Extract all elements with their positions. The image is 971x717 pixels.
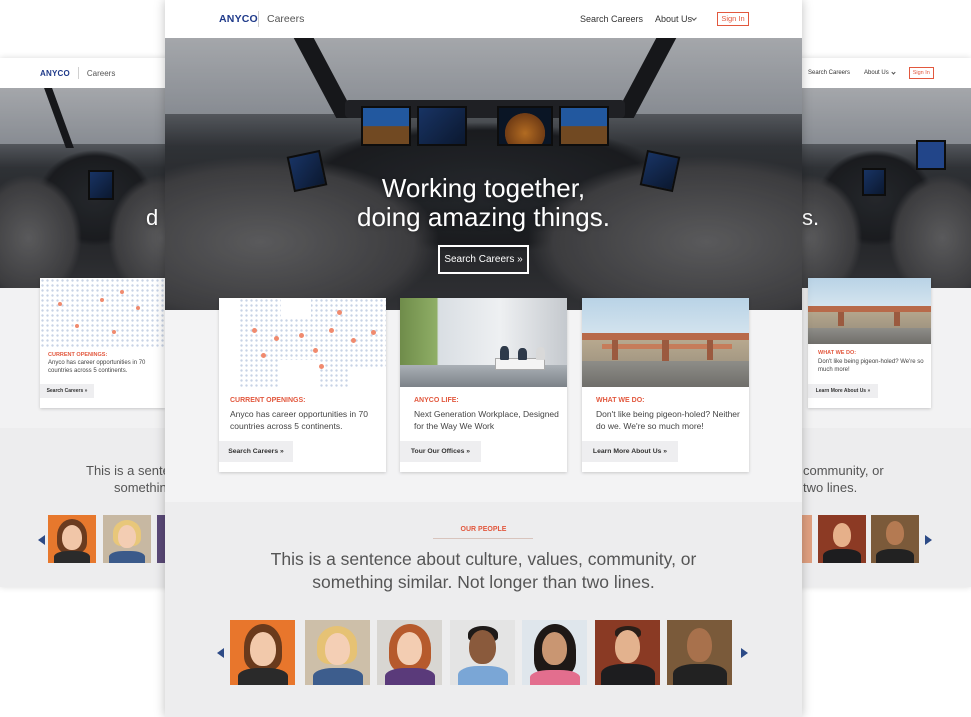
left-preview-logo: ANYCO bbox=[40, 68, 70, 78]
portrait[interactable] bbox=[230, 620, 295, 685]
chevron-left-icon[interactable] bbox=[38, 535, 45, 545]
eyebrow-divider bbox=[433, 538, 533, 539]
card-current-openings: CURRENT OPENINGS: Anyco has career oppor… bbox=[219, 298, 386, 472]
office-image bbox=[400, 298, 567, 387]
left-preview-nav: ANYCO Careers bbox=[0, 58, 190, 88]
right-preview-card-button[interactable]: Learn More About Us » bbox=[808, 384, 878, 398]
map-marker bbox=[313, 348, 318, 353]
right-preview-about-link[interactable]: About Us bbox=[864, 70, 889, 76]
left-preview-people: This is a sentenc somethin bbox=[0, 428, 190, 587]
left-preview-card: CURRENT OPENINGS: Anyco has career oppor… bbox=[40, 278, 165, 408]
portrait[interactable] bbox=[450, 620, 515, 685]
card-search-careers-button[interactable]: Search Careers » bbox=[219, 441, 293, 462]
world-map-image bbox=[219, 298, 386, 387]
card-tag: ANYCO LIFE: bbox=[414, 397, 459, 404]
right-preview-card: WHAT WE DO: Don't like being pigeon-hole… bbox=[808, 278, 931, 408]
right-preview-hero-fragment: s. bbox=[802, 205, 820, 230]
hero-title-line1: Working together, bbox=[381, 173, 586, 203]
culture-statement-line1: This is a sentence about culture, values… bbox=[270, 549, 697, 569]
left-preview-careers: Careers bbox=[86, 68, 116, 78]
right-preview-nav: Search Careers About Us Sign In bbox=[780, 58, 971, 88]
card-tour-offices-button[interactable]: Tour Our Offices » bbox=[400, 441, 481, 462]
right-preview-sign-in[interactable]: Sign In bbox=[908, 67, 934, 79]
map-marker bbox=[299, 333, 304, 338]
portrait[interactable] bbox=[667, 620, 732, 685]
culture-statement: This is a sentence about culture, values… bbox=[165, 548, 802, 594]
map-marker bbox=[351, 338, 356, 343]
left-preview-hero-fragment: d bbox=[146, 205, 159, 230]
nav-about-us[interactable]: About Us bbox=[655, 14, 692, 24]
left-preview-card-tag: CURRENT OPENINGS: bbox=[48, 352, 108, 358]
map-marker bbox=[319, 364, 324, 369]
portrait bbox=[871, 515, 919, 563]
chevron-left-icon[interactable] bbox=[217, 648, 224, 658]
map-marker bbox=[329, 328, 334, 333]
top-nav: ANYCO Careers Search Careers About Us Si… bbox=[165, 0, 802, 38]
portrait bbox=[103, 515, 151, 563]
our-people-section: OUR PEOPLE This is a sentence about cult… bbox=[165, 502, 802, 717]
right-preview-statement-2: two lines. bbox=[803, 480, 858, 495]
main-page: ANYCO Careers Search Careers About Us Si… bbox=[165, 0, 802, 717]
culture-statement-line2: something similar. Not longer than two l… bbox=[312, 572, 655, 593]
hero-search-careers-button[interactable]: Search Careers » bbox=[438, 245, 529, 274]
portrait[interactable] bbox=[305, 620, 370, 685]
logo-divider bbox=[258, 11, 259, 27]
portrait[interactable] bbox=[595, 620, 660, 685]
map-marker bbox=[261, 353, 266, 358]
section-title: Careers bbox=[267, 13, 305, 25]
portrait bbox=[818, 515, 866, 563]
portrait[interactable] bbox=[377, 620, 442, 685]
card-learn-more-button[interactable]: Learn More About Us » bbox=[582, 441, 678, 462]
highway-image bbox=[808, 278, 931, 344]
map-marker bbox=[371, 330, 376, 335]
our-people-eyebrow: OUR PEOPLE bbox=[460, 526, 507, 533]
right-preview-statement-1: community, or bbox=[803, 463, 884, 478]
card-description: Next Generation Workplace, Designed for … bbox=[414, 409, 559, 432]
chevron-right-icon[interactable] bbox=[925, 535, 932, 545]
hero-title-line2: doing amazing things. bbox=[357, 202, 610, 233]
left-preview-hero: d bbox=[0, 88, 190, 288]
map-marker bbox=[337, 310, 342, 315]
chevron-down-icon bbox=[891, 69, 896, 75]
card-tag: WHAT WE DO: bbox=[596, 397, 645, 404]
portrait[interactable] bbox=[522, 620, 587, 685]
card-description: Anyco has career opportunities in 70 cou… bbox=[230, 409, 368, 432]
left-preview-divider bbox=[77, 67, 79, 79]
logo[interactable]: ANYCO bbox=[219, 13, 258, 25]
map-marker bbox=[274, 336, 279, 341]
right-preview-card-desc: Don't like being pigeon-holed? We're so … bbox=[818, 359, 924, 374]
right-preview-card-tag: WHAT WE DO: bbox=[818, 350, 857, 356]
left-preview-statement-2: somethin bbox=[114, 480, 167, 495]
world-map-image bbox=[40, 278, 165, 348]
right-preview-panel: Search Careers About Us Sign In s. WHAT … bbox=[780, 58, 971, 587]
right-preview-hero: s. bbox=[780, 88, 971, 288]
chevron-right-icon[interactable] bbox=[741, 648, 748, 658]
hero-title: Working together, doing amazing things. bbox=[165, 173, 802, 233]
right-preview-search-link[interactable]: Search Careers bbox=[808, 70, 850, 76]
left-preview-panel: ANYCO Careers d CURRENT OPENINGS: Anyco … bbox=[0, 58, 190, 587]
highway-image bbox=[582, 298, 749, 387]
map-marker bbox=[252, 328, 257, 333]
nav-search-careers[interactable]: Search Careers bbox=[580, 14, 643, 24]
portrait bbox=[48, 515, 96, 563]
portrait bbox=[802, 515, 812, 563]
sign-in-button[interactable]: Sign In bbox=[717, 12, 749, 26]
card-what-we-do: WHAT WE DO: Don't like being pigeon-hole… bbox=[582, 298, 749, 472]
card-tag: CURRENT OPENINGS: bbox=[230, 397, 306, 404]
card-anyco-life: ANYCO LIFE: Next Generation Workplace, D… bbox=[400, 298, 567, 472]
right-preview-people: community, or two lines. bbox=[780, 428, 971, 587]
left-preview-card-desc: Anyco has career opportunities in 70 cou… bbox=[48, 360, 146, 374]
card-description: Don't like being pigeon-holed? Neither d… bbox=[596, 409, 740, 432]
left-preview-card-button[interactable]: Search Careers » bbox=[40, 384, 94, 398]
